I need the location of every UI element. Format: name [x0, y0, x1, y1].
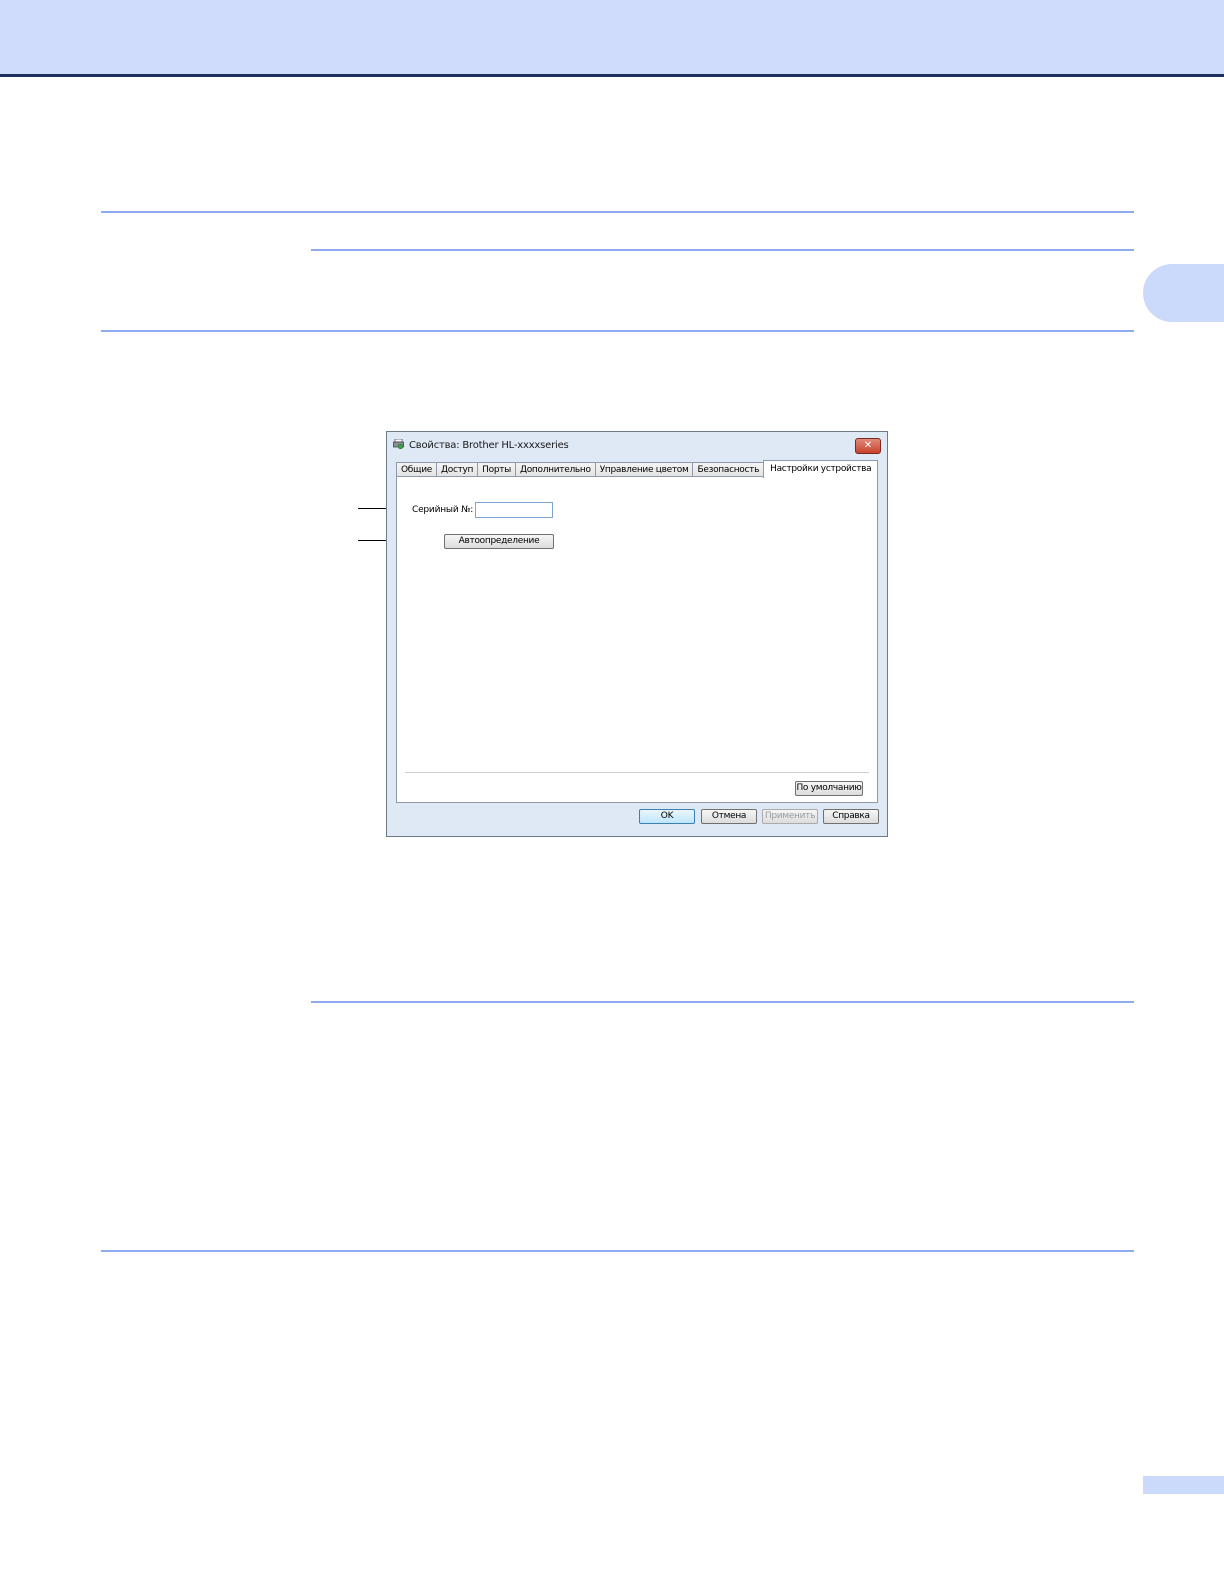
page-number-badge [1143, 1476, 1224, 1494]
chapter-tab [1143, 264, 1224, 322]
ok-button[interactable]: OK [639, 809, 695, 824]
tab-security[interactable]: Безопасность [692, 462, 765, 477]
dialog-title: Свойства: Brother HL-xxxxseries [409, 440, 569, 451]
serial-number-label: Серийный №: [412, 505, 474, 515]
serial-number-input[interactable] [475, 502, 553, 518]
cancel-button[interactable]: Отмена [701, 809, 757, 824]
apply-button[interactable]: Применить [762, 809, 818, 824]
autodetect-button[interactable]: Автоопределение [444, 534, 554, 549]
dialog-tabs: Общие Доступ Порты Дополнительно Управле… [396, 460, 879, 478]
tab-device-settings[interactable]: Настройки устройства [763, 460, 879, 478]
tab-color-management[interactable]: Управление цветом [594, 462, 694, 477]
printer-properties-dialog: Свойства: Brother HL-xxxxseries ✕ Общие … [386, 431, 888, 837]
section-rule [101, 330, 1134, 332]
section-rule [101, 1250, 1134, 1252]
printer-icon [393, 438, 404, 450]
section-rule [311, 1001, 1134, 1003]
tab-advanced[interactable]: Дополнительно [514, 462, 596, 477]
help-button[interactable]: Справка [823, 809, 879, 824]
header-band [0, 0, 1224, 77]
tab-general[interactable]: Общие [396, 462, 437, 477]
device-settings-panel: Серийный №: Автоопределение По умолчанию [396, 476, 878, 803]
section-rule [311, 249, 1134, 251]
section-rule [101, 211, 1134, 213]
tab-sharing[interactable]: Доступ [436, 462, 479, 477]
panel-divider [405, 772, 869, 773]
default-button[interactable]: По умолчанию [795, 781, 863, 796]
close-icon[interactable]: ✕ [855, 438, 881, 454]
dialog-titlebar: Свойства: Brother HL-xxxxseries ✕ [387, 432, 887, 458]
tab-ports[interactable]: Порты [477, 462, 516, 477]
